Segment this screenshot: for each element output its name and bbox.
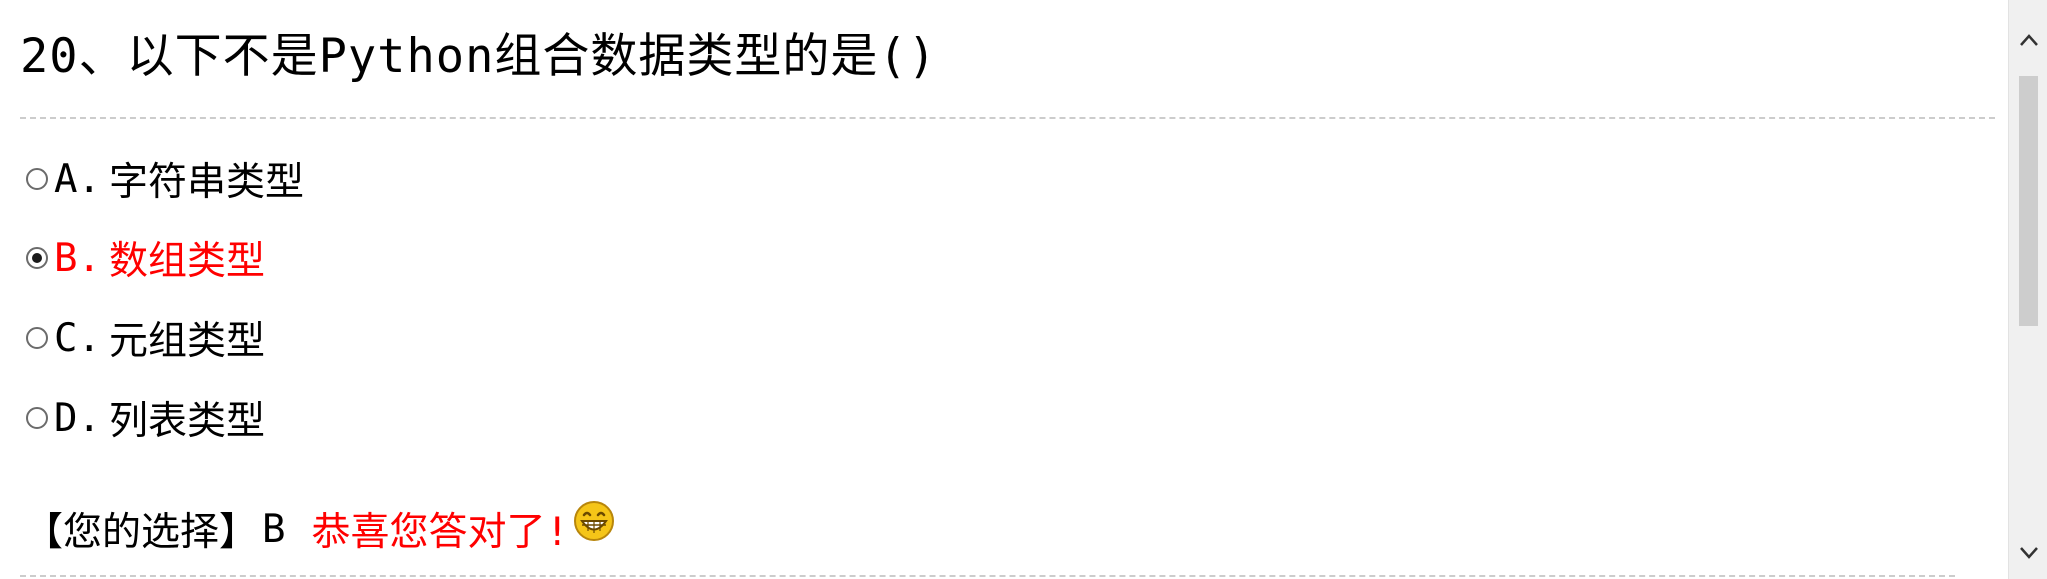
answer-result: 【您的选择】 B 恭喜您答对了! [24,496,615,562]
option-letter: D. [54,395,101,441]
option-text: 列表类型 [108,399,265,444]
chevron-up-icon [2019,34,2038,46]
divider [20,117,1995,119]
your-choice-value: B [262,506,286,552]
option-b[interactable]: B. 数组类型 [26,230,265,286]
option-text: 元组类型 [108,319,265,364]
grin-smiley-icon [573,501,614,541]
option-d[interactable]: D. 列表类型 [26,390,265,446]
option-text: 数组类型 [108,239,265,284]
radio-button-a[interactable] [26,168,48,190]
radio-button-c[interactable] [26,327,48,349]
your-choice-label: 【您的选择】 [24,510,259,555]
scroll-down-button[interactable] [2009,533,2047,573]
option-letter: C. [54,315,101,361]
correct-message: 恭喜您答对了! [311,510,569,555]
question-title: 20、以下不是Python组合数据类型的是() [20,29,937,84]
chevron-down-icon [2019,547,2038,559]
scroll-up-button[interactable] [2009,20,2047,60]
divider [20,575,1955,577]
scrollbar-thumb[interactable] [2019,76,2038,326]
option-letter: B. [54,235,101,281]
option-a[interactable]: A. 字符串类型 [26,151,304,207]
option-letter: A. [54,156,101,202]
quiz-page: 20、以下不是Python组合数据类型的是() A. 字符串类型 B. 数组类型… [0,0,2047,579]
option-text: 字符串类型 [108,160,304,205]
radio-button-d[interactable] [26,407,48,429]
option-c[interactable]: C. 元组类型 [26,310,265,366]
vertical-scrollbar[interactable] [2008,0,2047,579]
question-panel: 20、以下不是Python组合数据类型的是() A. 字符串类型 B. 数组类型… [0,0,2008,579]
radio-button-b[interactable] [26,247,48,269]
